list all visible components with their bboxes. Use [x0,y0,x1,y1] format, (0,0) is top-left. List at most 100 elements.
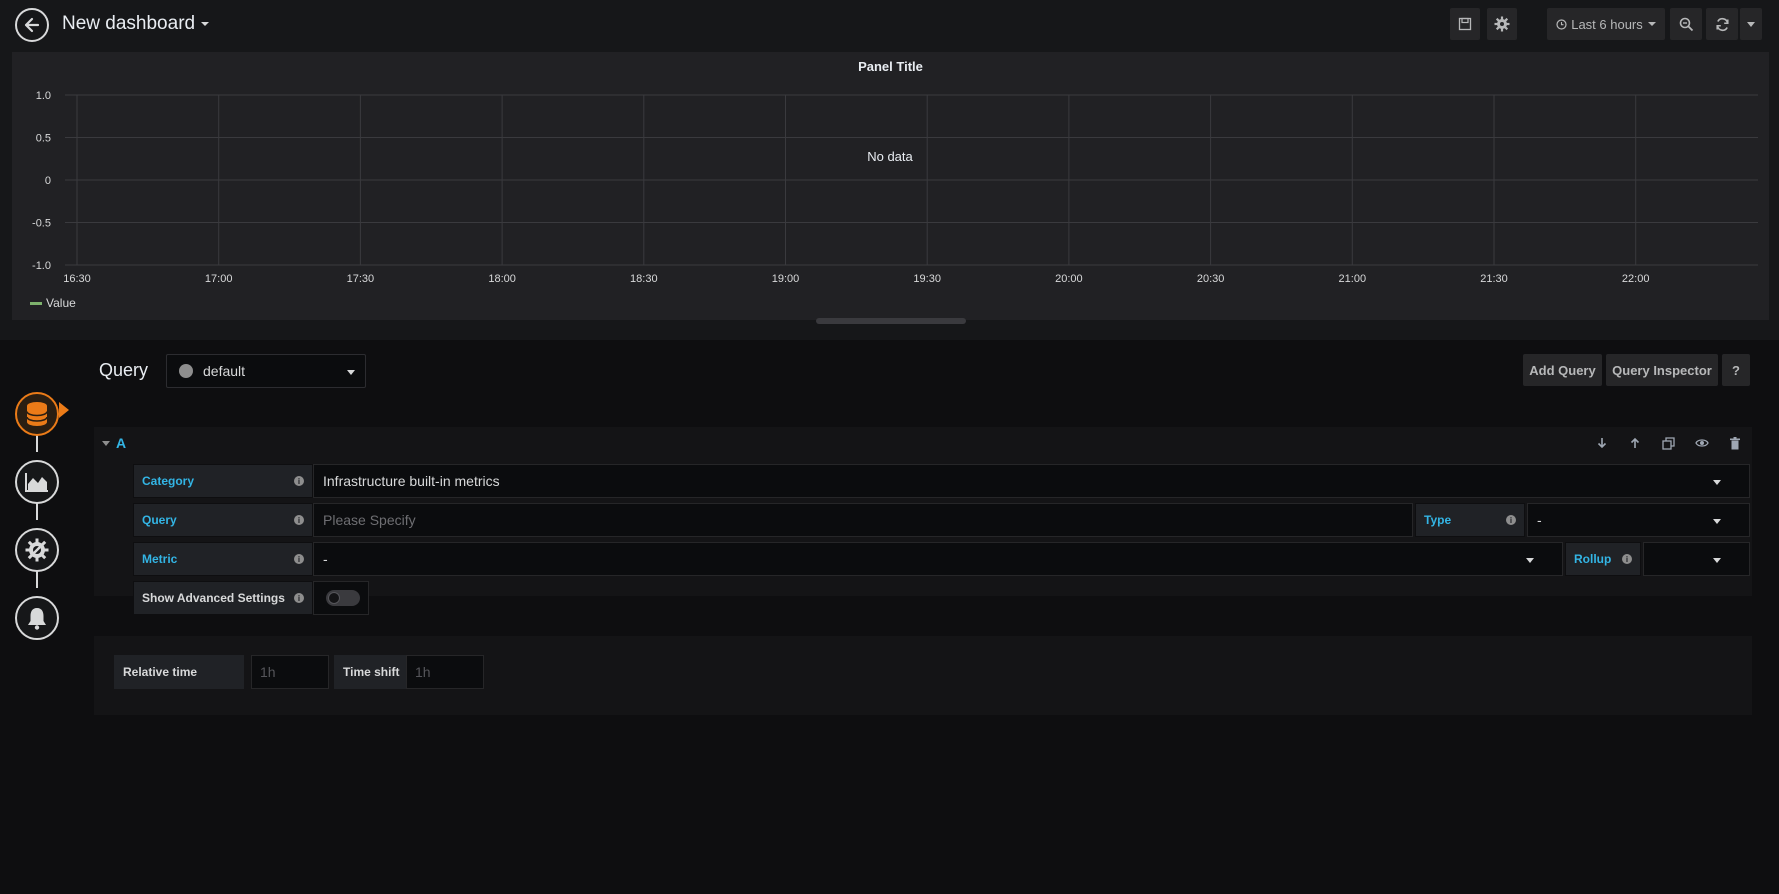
x-tick-label: 22:00 [1622,273,1650,285]
datasource-name: default [203,363,246,379]
time-shift-input[interactable]: 1h [406,655,484,689]
type-value: - [1537,512,1542,528]
save-dashboard-button[interactable] [1450,8,1480,40]
trash-icon[interactable] [1727,435,1743,451]
info-icon[interactable]: i [294,515,304,525]
help-button[interactable]: ? [1722,354,1750,386]
refresh-button[interactable] [1706,8,1738,40]
panel-editor: Query default Add Query Query Inspector … [0,340,1779,894]
y-tick-label: 0 [45,175,51,187]
query-options: Relative time 1h Time shift 1h [94,636,1752,715]
cog-wrench-icon [25,538,49,562]
time-range-picker[interactable]: Last 6 hours [1547,8,1665,40]
x-tick-label: 17:30 [347,273,375,285]
query-row-header[interactable]: A [94,427,1752,459]
back-arrow-icon[interactable] [15,8,49,42]
chevron-down-icon [347,370,355,375]
y-tick-label: -1.0 [32,260,51,272]
no-data-label: No data [867,149,913,164]
query-input[interactable]: Please Specify [313,503,1413,537]
x-tick-label: 19:30 [913,273,941,285]
x-tick-label: 19:00 [772,273,800,285]
metric-select[interactable]: - [313,542,1563,576]
datasource-icon [179,364,193,378]
chevron-down-icon [1747,21,1755,27]
x-tick-label: 18:00 [488,273,516,285]
chevron-down-icon [1526,558,1534,563]
metric-label-text: Metric [142,552,178,566]
graph-chart: 1.0 0.5 0 -0.5 -1.0 16:30 17:00 17:30 18:00 18:30… [32,90,1758,285]
query-field-label-text: Query [142,513,177,527]
eye-icon[interactable] [1694,435,1710,451]
step-queries[interactable] [15,392,59,436]
y-tick-label: 0.5 [36,133,51,145]
move-up-icon[interactable] [1627,435,1643,451]
duplicate-icon[interactable] [1660,435,1676,451]
panel-resize-handle[interactable] [816,318,966,324]
dashboard-title[interactable]: New dashboard [62,13,210,35]
chevron-down-icon [1713,558,1721,563]
info-icon[interactable]: i [1622,554,1632,564]
info-icon[interactable]: i [294,476,304,486]
area-chart-icon [25,473,48,492]
query-inspector-button[interactable]: Query Inspector [1606,354,1718,386]
category-select[interactable]: Infrastructure built-in metrics [313,464,1750,498]
move-down-icon[interactable] [1594,435,1610,451]
x-tick-label: 16:30 [63,273,91,285]
query-section-label: Query [99,360,149,380]
legend-item-value[interactable]: Value [46,296,76,310]
collapse-caret-icon[interactable] [102,441,110,446]
time-range-label: Last 6 hours [1571,16,1643,32]
rollup-select[interactable] [1643,542,1750,576]
legend-swatch [30,301,42,305]
relative-time-input[interactable]: 1h [251,655,329,689]
query-field-label: Query i [133,503,313,537]
info-icon[interactable]: i [294,593,304,603]
dashboard-settings-button[interactable] [1487,8,1517,40]
x-tick-label: 21:00 [1339,273,1367,285]
clock-icon [1556,18,1567,30]
info-icon[interactable]: i [294,554,304,564]
category-label: Category i [133,464,313,498]
add-query-button[interactable]: Add Query [1523,354,1602,386]
bell-icon [28,608,46,630]
x-tick-label: 20:30 [1197,273,1225,285]
legend: Value [30,296,76,310]
category-value: Infrastructure built-in metrics [323,473,500,489]
time-shift-label: Time shift [334,655,406,689]
y-tick-label: -0.5 [32,218,51,230]
toggle-knob [328,592,340,604]
x-tick-label: 20:00 [1055,273,1083,285]
rollup-label-text: Rollup [1574,552,1612,566]
active-step-indicator [59,402,69,418]
type-select[interactable]: - [1527,503,1750,537]
datasource-picker[interactable]: default [166,354,366,388]
metric-value: - [323,551,328,567]
step-general[interactable] [15,528,59,572]
editor-stepper [0,340,80,894]
rollup-label: Rollup i [1565,542,1641,576]
x-tick-label: 21:30 [1480,273,1508,285]
chevron-down-icon [1713,480,1721,485]
type-label: Type i [1415,503,1525,537]
query-ref-id[interactable]: A [116,435,126,451]
save-icon [1458,17,1472,31]
database-icon [26,402,48,426]
step-visualization[interactable] [15,460,59,504]
step-alert[interactable] [15,596,59,640]
x-tick-label: 17:00 [205,273,233,285]
relative-time-label: Relative time [114,655,244,689]
zoom-out-button[interactable] [1670,8,1702,40]
info-icon[interactable]: i [1506,515,1516,525]
advanced-settings-label-text: Show Advanced Settings [142,591,285,605]
graph-panel: Panel Title 1.0 0.5 0 -0.5 -1.0 16:30 17:00 17:… [12,52,1769,320]
refresh-icon [1715,17,1729,31]
metric-label: Metric i [133,542,313,576]
category-label-text: Category [142,474,195,488]
x-tick-label: 18:30 [630,273,658,285]
gear-icon [1494,16,1510,32]
y-tick-label: 1.0 [36,90,51,102]
advanced-settings-toggle[interactable] [326,590,360,606]
refresh-interval-dropdown[interactable] [1740,8,1762,40]
chevron-down-icon [1713,519,1721,524]
